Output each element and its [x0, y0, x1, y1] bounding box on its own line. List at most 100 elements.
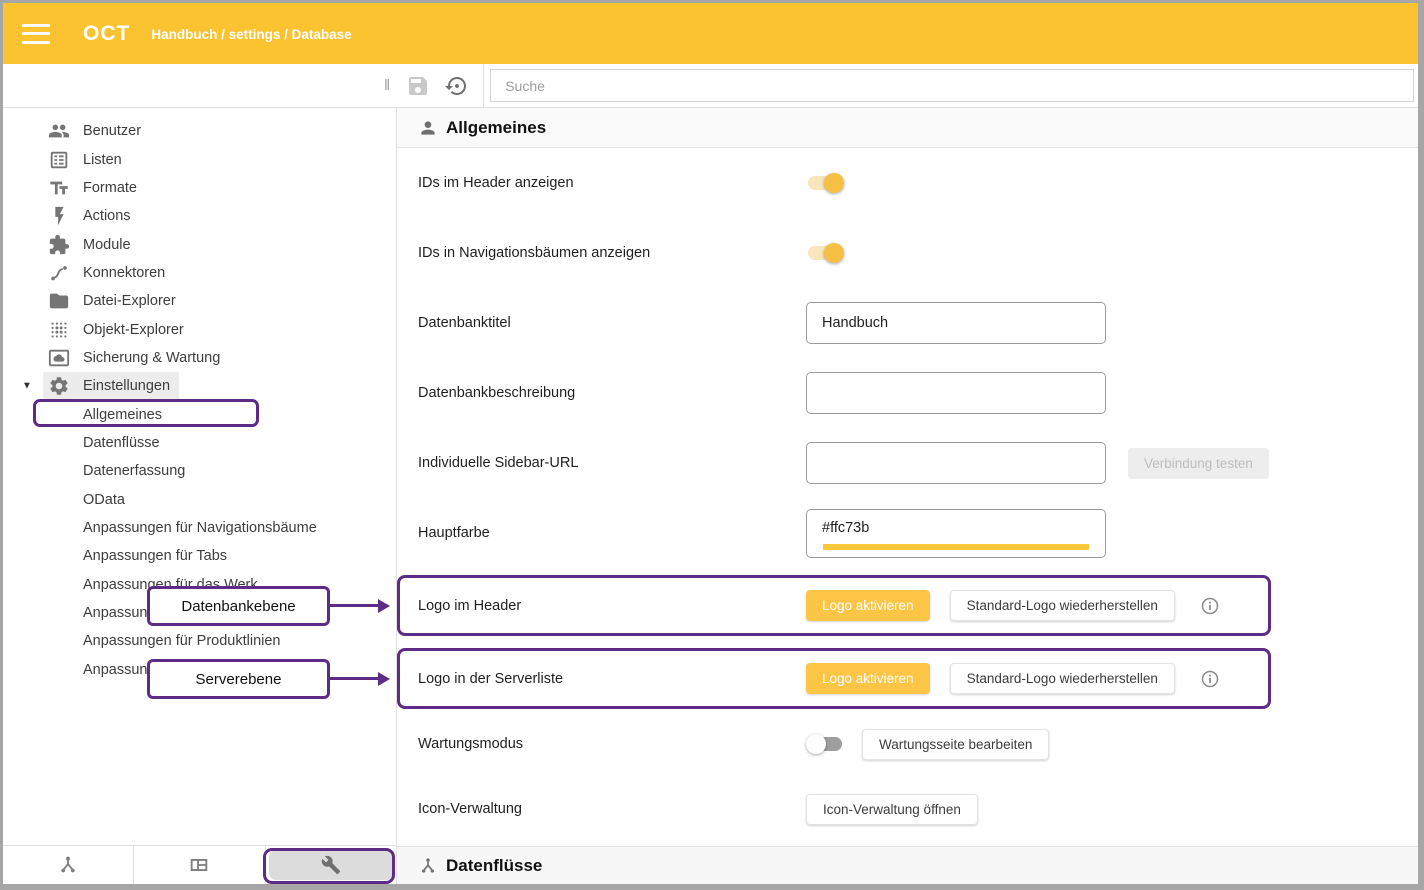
sidebar-item-actions[interactable]: Actions — [3, 202, 396, 230]
sidebar-item-label: Konnektoren — [83, 265, 165, 281]
maintenance-toggle[interactable] — [806, 734, 844, 754]
main-color-input[interactable] — [807, 510, 1105, 540]
gear-icon — [48, 375, 70, 397]
edit-maintenance-page-button[interactable]: Wartungsseite bearbeiten — [862, 729, 1049, 760]
dot-grid-icon — [48, 319, 70, 341]
restore-history-icon[interactable] — [445, 74, 469, 98]
flow-icon — [418, 856, 438, 876]
sidebar-subitem-anpassungen-7[interactable]: Anpassun — [3, 599, 396, 627]
sidebar-subitem-label: Anpassungen für Produktlinien — [83, 633, 281, 649]
setting-row-logo-serverlist: Logo in der Serverliste Logo aktivieren … — [397, 648, 1271, 709]
sidebar-item-benutzer[interactable]: Benutzer — [3, 117, 396, 145]
toolbar-spacer — [3, 64, 384, 107]
info-icon[interactable] — [1201, 597, 1219, 615]
setting-label: Icon-Verwaltung — [418, 801, 522, 817]
sidebar-subitem-label: Anpassungen für Tabs — [83, 548, 227, 564]
breadcrumb: Handbuch / settings / Database — [151, 25, 351, 42]
sidebar-item-label: Formate — [83, 180, 137, 196]
sidebar-subitem-label: Datenerfassung — [83, 463, 185, 479]
db-title-input[interactable] — [806, 302, 1106, 344]
sidebar-subitem-odata[interactable]: OData — [3, 485, 396, 513]
main-color-field[interactable] — [806, 509, 1106, 558]
color-preview-bar — [823, 544, 1089, 550]
sidebar-nav: Benutzer Listen Formate Actions Module — [3, 108, 396, 845]
tab-flow[interactable] — [3, 846, 133, 884]
sidebar-subitem-label: Anpassungen für das Werk — [83, 577, 258, 593]
cloud-box-icon — [48, 347, 70, 369]
sidebar-subitem-allgemeines[interactable]: Allgemeines — [3, 400, 396, 428]
sidebar-subitem-datenerfassung[interactable]: Datenerfassung — [3, 457, 396, 485]
sidebar-subitem-anpassungen-werk[interactable]: Anpassungen für das Werk — [3, 571, 396, 599]
db-description-input[interactable] — [806, 372, 1106, 414]
sidebar-item-objekt-explorer[interactable]: Objekt-Explorer — [3, 315, 396, 343]
sidebar-subitem-label: Datenflüsse — [83, 435, 160, 451]
panel-splitter-handle[interactable]: ‖ — [384, 77, 391, 94]
setting-row-maintenance: Wartungsmodus Wartungsseite bearbeiten — [397, 709, 1418, 779]
search-input[interactable] — [490, 69, 1414, 102]
tab-window-layout[interactable] — [133, 846, 264, 884]
wrench-tab-highlight — [269, 850, 393, 880]
info-icon[interactable] — [1201, 670, 1219, 688]
sidebar-item-konnektoren[interactable]: Konnektoren — [3, 259, 396, 287]
sidebar-item-module[interactable]: Module — [3, 230, 396, 258]
save-icon[interactable] — [406, 74, 430, 98]
sidebar-subitem-label: Anpassun — [83, 605, 148, 621]
connector-icon — [48, 262, 70, 284]
tab-settings-wrench[interactable] — [265, 846, 396, 884]
sidebar-item-label: Einstellungen — [83, 378, 170, 394]
sidebar-subitem-label: Anpassungen für Navigationsbäume — [83, 520, 317, 536]
text-format-icon — [48, 177, 70, 199]
setting-label: Datenbankbeschreibung — [418, 385, 575, 401]
ids-header-toggle[interactable] — [806, 173, 844, 193]
sidebar-subitem-datenfluesse[interactable]: Datenflüsse — [3, 429, 396, 457]
sidebar-item-formate[interactable]: Formate — [3, 174, 396, 202]
sidebar-item-label: Benutzer — [83, 123, 141, 139]
logo-header-restore-button[interactable]: Standard-Logo wiederherstellen — [950, 590, 1175, 621]
app-window: OCT Handbuch / settings / Database ‖ Ben… — [0, 0, 1424, 890]
sidebar-subitem-label: Allgemeines — [83, 407, 162, 423]
sidebar-item-label: Objekt-Explorer — [83, 322, 184, 338]
logo-serverlist-restore-button[interactable]: Standard-Logo wiederherstellen — [950, 663, 1175, 694]
sidebar-subitem-anpassungen-tabs[interactable]: Anpassungen für Tabs — [3, 542, 396, 570]
sidebar: Benutzer Listen Formate Actions Module — [3, 108, 397, 884]
sidebar-subitem-anpassungen-9[interactable]: Anpassun — [3, 656, 396, 684]
sidebar-item-label: Module — [83, 237, 131, 253]
sidebar-item-label: Datei-Explorer — [83, 293, 176, 309]
app-logo-text: OCT — [83, 22, 130, 46]
sidebar-url-input[interactable] — [806, 442, 1106, 484]
logo-serverlist-activate-button[interactable]: Logo aktivieren — [806, 663, 930, 694]
test-connection-button[interactable]: Verbindung testen — [1128, 448, 1269, 479]
section-title: Allgemeines — [446, 118, 546, 138]
open-icon-management-button[interactable]: Icon-Verwaltung öffnen — [806, 794, 978, 825]
sidebar-item-sicherung-wartung[interactable]: Sicherung & Wartung — [3, 344, 396, 372]
setting-row-main-color: Hauptfarbe — [397, 498, 1418, 568]
logo-header-activate-button[interactable]: Logo aktivieren — [806, 590, 930, 621]
sidebar-item-datei-explorer[interactable]: Datei-Explorer — [3, 287, 396, 315]
sidebar-subitem-anpassungen-produktlinien[interactable]: Anpassungen für Produktlinien — [3, 627, 396, 655]
setting-row-logo-header: Logo im Header Logo aktivieren Standard-… — [397, 575, 1271, 636]
setting-row-ids-nav: IDs in Navigationsbäumen anzeigen — [397, 218, 1418, 288]
list-icon — [48, 149, 70, 171]
ids-nav-toggle[interactable] — [806, 243, 844, 263]
menu-icon[interactable] — [22, 24, 50, 44]
sidebar-subitem-anpassungen-navigationsbaeume[interactable]: Anpassungen für Navigationsbäume — [3, 514, 396, 542]
setting-label: Individuelle Sidebar-URL — [418, 455, 578, 471]
sidebar-item-label: Sicherung & Wartung — [83, 350, 220, 366]
expand-caret-icon[interactable]: ▼ — [22, 381, 32, 392]
setting-row-db-description: Datenbankbeschreibung — [397, 358, 1418, 428]
users-icon — [48, 120, 70, 142]
setting-label: Logo im Header — [418, 598, 521, 614]
section-header-datenfluesse[interactable]: Datenflüsse — [397, 846, 1418, 884]
sidebar-subitem-label: Anpassun — [83, 662, 148, 678]
setting-row-db-title: Datenbanktitel — [397, 288, 1418, 358]
sidebar-item-label: Listen — [83, 152, 122, 168]
setting-label: Wartungsmodus — [418, 736, 523, 752]
sidebar-item-label: Actions — [83, 208, 131, 224]
sidebar-item-einstellungen[interactable]: ▼ Einstellungen — [3, 372, 396, 400]
setting-label: Hauptfarbe — [418, 525, 490, 541]
setting-label: Logo in der Serverliste — [418, 671, 563, 687]
setting-label: IDs im Header anzeigen — [418, 175, 574, 191]
setting-label: Datenbanktitel — [418, 315, 511, 331]
toolbar: ‖ — [3, 64, 1418, 108]
sidebar-item-listen[interactable]: Listen — [3, 145, 396, 173]
